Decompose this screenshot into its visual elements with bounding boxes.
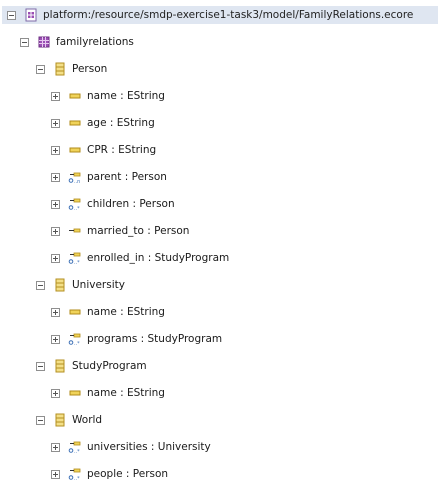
svg-text:..*: ..*: [74, 341, 80, 346]
feature-row[interactable]: name : EString: [51, 87, 165, 105]
feature-label: CPR : EString: [87, 144, 157, 156]
expand-toggle[interactable]: [51, 199, 60, 209]
eclass-icon: [53, 278, 67, 292]
ereference-0many-icon: ..*: [68, 467, 82, 481]
package-name: familyrelations: [56, 36, 134, 48]
ereference-0many-icon: ..*: [68, 332, 82, 346]
expand-toggle[interactable]: [51, 307, 60, 317]
feature-label: universities : University: [87, 441, 211, 453]
collapse-toggle[interactable]: [20, 37, 29, 47]
expand-toggle[interactable]: [51, 91, 60, 101]
eclass-name: World: [72, 414, 103, 426]
collapse-toggle[interactable]: [36, 280, 45, 290]
feature-label: name : EString: [87, 387, 165, 399]
expand-toggle[interactable]: [51, 226, 60, 236]
expand-toggle[interactable]: [51, 253, 60, 263]
feature-row[interactable]: ..* enrolled_in : StudyProgram: [51, 249, 229, 267]
epackage-icon: [37, 35, 51, 49]
ereference-0many-icon: ..*: [68, 251, 82, 265]
ereference-0many-icon: ..*: [68, 440, 82, 454]
eclass-row-world[interactable]: World: [36, 411, 102, 429]
expand-toggle[interactable]: [51, 334, 60, 344]
feature-row[interactable]: ..* children : Person: [51, 195, 175, 213]
feature-label: name : EString: [87, 90, 165, 102]
collapse-toggle[interactable]: [36, 415, 45, 425]
eclass-name: StudyProgram: [72, 360, 147, 372]
feature-label: people : Person: [87, 468, 169, 480]
expand-toggle[interactable]: [51, 145, 60, 155]
expand-toggle[interactable]: [51, 388, 60, 398]
collapse-toggle[interactable]: [36, 64, 45, 74]
eclass-row-studyprogram[interactable]: StudyProgram: [36, 357, 147, 375]
feature-row[interactable]: ..* programs : StudyProgram: [51, 330, 222, 348]
expand-toggle[interactable]: [51, 172, 60, 182]
expand-toggle[interactable]: [51, 469, 60, 479]
feature-row[interactable]: CPR : EString: [51, 141, 156, 159]
feature-label: enrolled_in : StudyProgram: [87, 252, 230, 264]
eattribute-icon: [68, 386, 82, 400]
resource-uri: platform:/resource/smdp-exercise1-task3/…: [43, 9, 414, 21]
feature-label: children : Person: [87, 198, 175, 210]
feature-row[interactable]: age : EString: [51, 114, 155, 132]
package-row[interactable]: familyrelations: [20, 33, 134, 51]
eclass-icon: [53, 413, 67, 427]
eclass-name: University: [72, 279, 125, 291]
collapse-toggle[interactable]: [36, 361, 45, 371]
expand-toggle[interactable]: [51, 118, 60, 128]
eclass-icon: [53, 359, 67, 373]
eattribute-icon: [68, 143, 82, 157]
feature-label: programs : StudyProgram: [87, 333, 223, 345]
ereference-0n-icon: ..n: [68, 170, 82, 184]
eattribute-icon: [68, 116, 82, 130]
eattribute-icon: [68, 305, 82, 319]
ereference-single-icon: [68, 224, 82, 238]
svg-text:..*: ..*: [74, 449, 80, 454]
ecore-file-icon: [24, 8, 38, 22]
feature-row[interactable]: ..* universities : University: [51, 438, 211, 456]
eclass-icon: [53, 62, 67, 76]
feature-row[interactable]: name : EString: [51, 303, 165, 321]
svg-text:..*: ..*: [74, 260, 80, 265]
eclass-name: Person: [72, 63, 108, 75]
feature-row[interactable]: married_to : Person: [51, 222, 189, 240]
feature-label: name : EString: [87, 306, 165, 318]
eclass-row-person[interactable]: Person: [36, 60, 107, 78]
ecore-tree: platform:/resource/smdp-exercise1-task3/…: [0, 0, 442, 492]
feature-row[interactable]: ..n parent : Person: [51, 168, 167, 186]
resource-row[interactable]: platform:/resource/smdp-exercise1-task3/…: [2, 6, 438, 24]
ereference-0many-icon: ..*: [68, 197, 82, 211]
feature-row[interactable]: ..* people : Person: [51, 465, 168, 483]
feature-label: married_to : Person: [87, 225, 190, 237]
svg-text:..n: ..n: [74, 179, 80, 184]
eclass-row-university[interactable]: University: [36, 276, 125, 294]
svg-text:..*: ..*: [74, 476, 80, 481]
svg-text:..*: ..*: [74, 206, 80, 211]
collapse-toggle[interactable]: [7, 10, 16, 20]
feature-row[interactable]: name : EString: [51, 384, 165, 402]
eattribute-icon: [68, 89, 82, 103]
feature-label: parent : Person: [87, 171, 167, 183]
expand-toggle[interactable]: [51, 442, 60, 452]
feature-label: age : EString: [87, 117, 155, 129]
